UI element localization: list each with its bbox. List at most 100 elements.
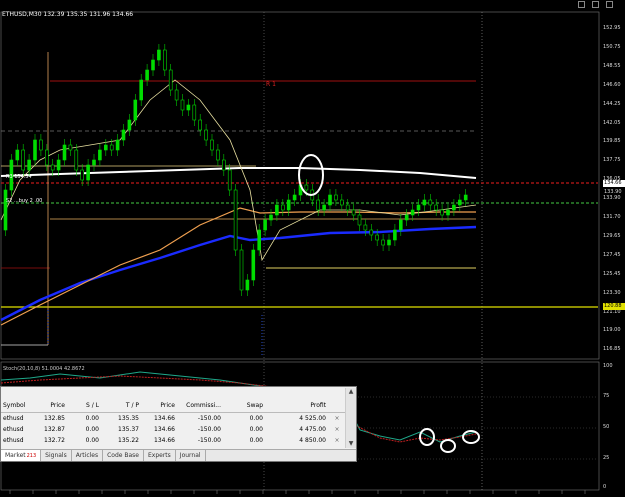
candle-body [21, 149, 26, 171]
candle-body [257, 229, 262, 251]
price-axis-label: 127.45 [603, 251, 621, 258]
candle-body [457, 199, 462, 206]
trade-row[interactable]: ethusd 132.85 0.00 135.35 134.66 -150.00 0.00 4… [1, 414, 346, 424]
candle-body [192, 104, 197, 121]
price-axis-label: 150.75 [603, 43, 621, 50]
trade-row[interactable]: ethusd 132.72 0.00 135.22 134.66 -150.00 0.00 4… [1, 436, 346, 446]
candle-body [121, 129, 126, 141]
candle-body [163, 49, 167, 71]
price-axis-label: 144.25 [603, 100, 621, 107]
tab-code-base[interactable]: Code Base [103, 450, 144, 461]
scroll-down-icon[interactable]: ▼ [347, 440, 355, 448]
support-price-tag: 120.88 [603, 303, 625, 310]
candle-body [334, 194, 338, 201]
candle-body [275, 204, 279, 216]
close-trade-icon[interactable]: × [328, 414, 346, 424]
candle-body [104, 144, 108, 151]
tab-market[interactable]: Market213 [1, 450, 42, 461]
trade-swap: 0.00 [249, 415, 263, 422]
tab-signals[interactable]: Signals [41, 450, 72, 461]
tab-experts[interactable]: Experts [144, 450, 176, 461]
r1-label: R 1 [266, 81, 276, 88]
tab-journal[interactable]: Journal [176, 450, 206, 461]
candle-body [115, 139, 120, 151]
candle-body [157, 49, 161, 61]
candle-body [387, 239, 391, 246]
candle-body [375, 234, 380, 241]
current-price-tag: 134.66 [603, 180, 625, 187]
minimize-icon[interactable] [578, 1, 585, 8]
price-axis-label: 152.95 [603, 25, 621, 31]
col-commission[interactable]: Commissi... [177, 401, 223, 412]
close-trade-icon[interactable]: × [328, 436, 346, 446]
maximize-icon[interactable] [592, 1, 599, 8]
close-trade-icon[interactable]: × [328, 425, 346, 435]
col-symbol[interactable]: Symbol [1, 401, 37, 412]
candle-body [216, 149, 220, 161]
candle-body [416, 204, 421, 211]
candle-body [239, 249, 244, 291]
candle-body [227, 169, 232, 191]
candle-body [151, 59, 155, 71]
candle-body [404, 214, 409, 221]
candle-body [351, 209, 356, 216]
trade-sl: 0.00 [85, 437, 99, 444]
candle-body [381, 239, 385, 246]
tab-label: Signals [45, 452, 67, 459]
trade-swap: 0.00 [249, 426, 263, 433]
scroll-up-icon[interactable]: ▲ [347, 388, 355, 396]
col-swap[interactable]: Swap [223, 401, 265, 412]
col-tp[interactable]: T / P [101, 401, 141, 412]
price-axis-label: 129.65 [603, 232, 621, 239]
trade-tp: 135.35 [118, 415, 139, 422]
col-price[interactable]: Price [37, 401, 67, 412]
tab-articles[interactable]: Articles [72, 450, 104, 461]
candle-body [292, 194, 297, 201]
candle-body [33, 139, 37, 161]
chart-title: ETHUSD,M30 132.39 135.35 131.96 134.66 [2, 11, 134, 18]
col-current-price[interactable]: Price [141, 401, 177, 412]
candle-body [210, 139, 214, 151]
trade-sl: 0.00 [85, 415, 99, 422]
candle-body [440, 209, 444, 216]
trade-symbol: ethusd [3, 426, 24, 433]
stoch-title: Stoch(20,10,8) 51.0004 42.8672 [3, 366, 85, 372]
candle-body [393, 229, 397, 241]
candle-body [74, 149, 79, 171]
candle-body [304, 184, 309, 191]
stoch-axis-label: 0 [603, 484, 607, 490]
candle-body [133, 99, 138, 121]
col-profit[interactable]: Profit [265, 401, 328, 412]
price-axis-label: 142.05 [603, 119, 621, 126]
trade-profit: 4 525.00 [299, 415, 326, 422]
trade-tp: 135.22 [118, 437, 139, 444]
candle-body [145, 69, 149, 81]
candle-body [174, 89, 179, 101]
trade-current-price: 134.66 [154, 415, 175, 422]
stoch-axis-label: 25 [603, 455, 610, 461]
terminal-panel[interactable]: Symbol Price S / L T / P Price Commissi.… [0, 386, 357, 462]
close-icon[interactable] [606, 1, 613, 8]
candle-body [428, 199, 433, 206]
candle-body [180, 99, 185, 111]
candle-body [50, 164, 55, 171]
stoch-axis-label: 100 [603, 363, 613, 369]
candle-body [168, 69, 173, 91]
terminal-scrollbar[interactable]: ▲ ▼ [345, 388, 356, 448]
trade-row[interactable]: ethusd 132.87 0.00 135.37 134.66 -150.00 0.00 4… [1, 425, 346, 435]
col-sl[interactable]: S / L [67, 401, 101, 412]
candle-body [357, 214, 362, 226]
chart-toolbar [0, 0, 625, 10]
candle-body [15, 149, 20, 161]
candle-body [369, 229, 374, 236]
line-price-tag: 133.90 [604, 189, 622, 195]
tab-label: Experts [148, 452, 171, 459]
candle-body [446, 209, 450, 216]
price-axis-label: 137.75 [603, 157, 621, 164]
stoch-axis-label: 50 [603, 424, 610, 430]
trade-open-price: 132.72 [44, 437, 65, 444]
candle-body [98, 149, 102, 161]
candle-body [251, 249, 256, 281]
line-label-2: S2 ...buy 2 .00 [6, 198, 43, 204]
trade-sl: 0.00 [85, 426, 99, 433]
